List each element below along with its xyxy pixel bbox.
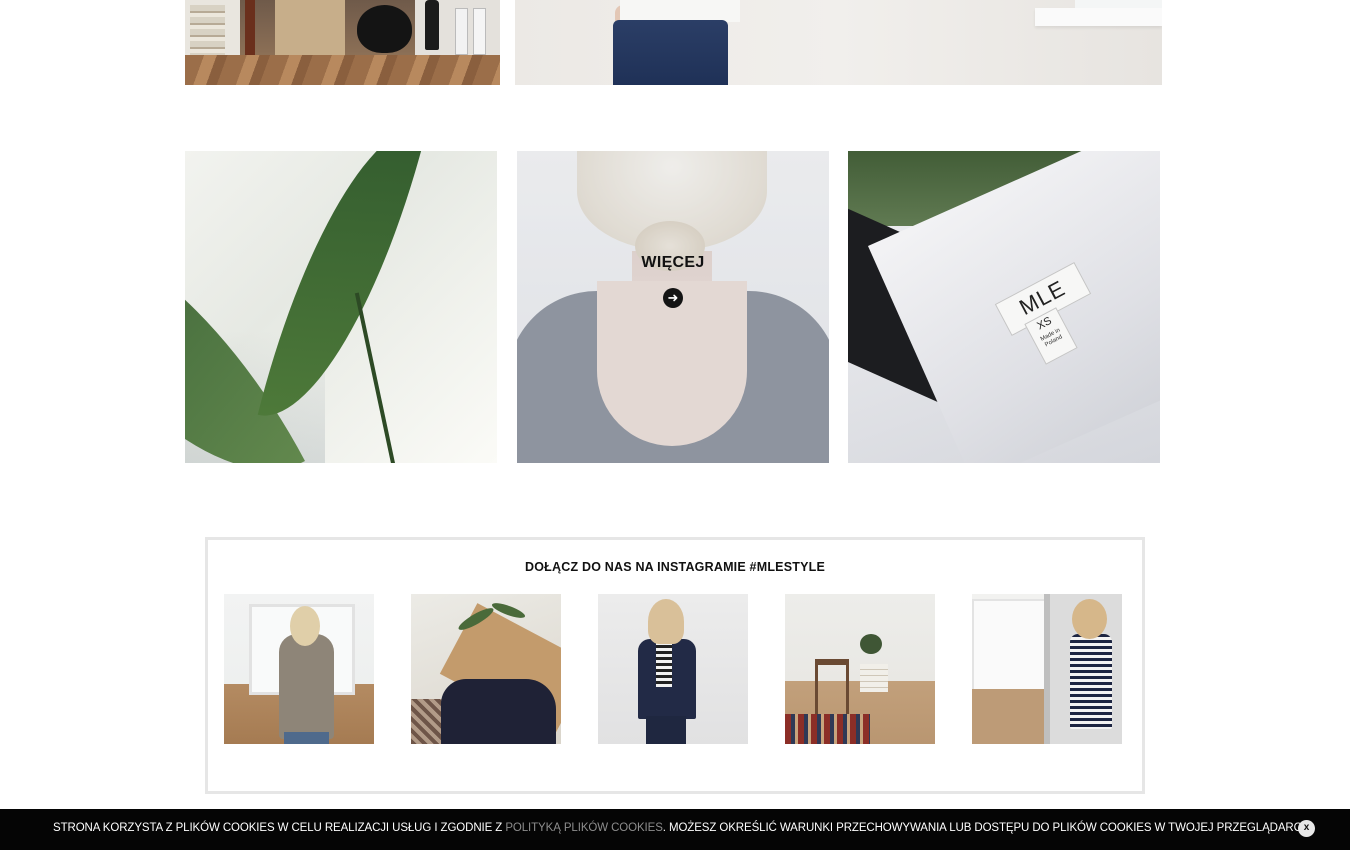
top-left-photo[interactable] xyxy=(185,0,500,85)
model-head xyxy=(290,606,320,646)
cookie-text-before: STRONA KORZYSTA Z PLIKÓW COOKIES W CELU … xyxy=(53,822,506,834)
instagram-photo[interactable] xyxy=(598,594,748,744)
striped-top xyxy=(656,642,672,687)
door-frame xyxy=(1044,594,1050,744)
black-bottle xyxy=(425,0,439,50)
window xyxy=(972,599,1046,693)
cardboard-box xyxy=(275,0,345,60)
arrow-right-circle-icon[interactable]: ➜ xyxy=(663,288,683,308)
window-sill xyxy=(1035,8,1162,26)
leaf xyxy=(257,151,428,438)
instagram-photo[interactable] xyxy=(224,594,374,744)
books-stack xyxy=(190,5,225,55)
spray-can xyxy=(455,8,468,55)
model-shirt xyxy=(620,0,740,22)
striped-dress xyxy=(1070,634,1112,729)
model-neck-photo[interactable]: WIĘCEJ ➜ xyxy=(517,151,829,463)
more-link-label[interactable]: WIĘCEJ xyxy=(517,254,829,272)
model-jeans xyxy=(284,732,329,744)
instagram-title: DOŁĄCZ DO NAS NA INSTAGRAMIE #MLESTYLE xyxy=(525,560,825,574)
spray-can xyxy=(473,8,486,55)
instagram-photo[interactable] xyxy=(785,594,935,744)
close-icon[interactable]: x xyxy=(1298,820,1315,837)
wooden-floor xyxy=(972,689,1050,744)
model-hair xyxy=(1072,599,1107,639)
plant-leaves-photo[interactable] xyxy=(185,151,497,463)
instagram-photo[interactable] xyxy=(411,594,561,744)
persian-rug xyxy=(785,714,870,744)
model-hair xyxy=(648,599,684,644)
book-stack xyxy=(860,664,888,692)
model-trousers xyxy=(646,716,686,744)
black-skull-ornament xyxy=(357,5,412,53)
wooden-stool xyxy=(815,659,849,715)
cookie-policy-link[interactable]: POLITYKĄ PLIKÓW COOKIES xyxy=(505,822,663,834)
cookie-bar: STRONA KORZYSTA Z PLIKÓW COOKIES W CELU … xyxy=(0,809,1350,850)
cookie-message: STRONA KORZYSTA Z PLIKÓW COOKIES W CELU … xyxy=(53,822,1313,834)
label-tshirt-photo[interactable]: MLE XS Made in Poland xyxy=(848,151,1160,463)
stem xyxy=(354,292,396,463)
model-jeans xyxy=(613,20,728,85)
cookie-text-after: . MOŻESZ OKREŚLIĆ WARUNKI PRZECHOWYWANIA… xyxy=(662,822,1313,834)
instagram-section: DOŁĄCZ DO NAS NA INSTAGRAMIE #MLESTYLE xyxy=(205,537,1145,794)
navy-bag xyxy=(441,679,556,744)
wooden-floor xyxy=(185,55,500,85)
plant xyxy=(860,634,882,654)
model-sweater xyxy=(279,634,334,739)
instagram-photo[interactable] xyxy=(972,594,1122,744)
top-right-photo[interactable] xyxy=(515,0,1162,85)
